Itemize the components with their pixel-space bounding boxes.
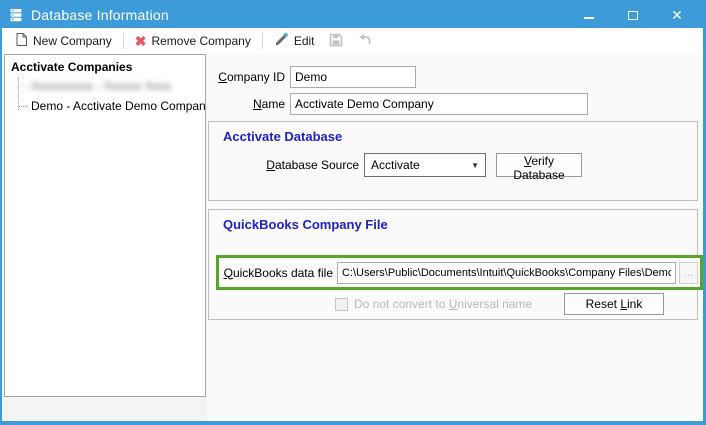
tree-item-redacted[interactable]: Xxxxxxxxxx - Xxxxxx Xxxx bbox=[5, 76, 205, 96]
tree-item-demo[interactable]: Demo - Acctivate Demo Company bbox=[5, 96, 205, 116]
floppy-disk-icon bbox=[329, 33, 343, 50]
company-form: Company ID Name Acctivate Database Datab… bbox=[207, 54, 703, 421]
companies-tree: Acctivate Companies Xxxxxxxxxx - Xxxxxx … bbox=[4, 54, 206, 397]
content-area: Acctivate Companies Xxxxxxxxxx - Xxxxxx … bbox=[2, 54, 703, 421]
toolbar-separator bbox=[261, 33, 263, 49]
quickbooks-group: QuickBooks Company File QuickBooks data … bbox=[208, 209, 703, 320]
company-id-row: Company ID bbox=[209, 66, 703, 88]
toolbar: New Company ✖ Remove Company Edit bbox=[2, 28, 703, 54]
quickbooks-header: QuickBooks Company File bbox=[223, 217, 388, 232]
new-company-button[interactable]: New Company bbox=[8, 30, 119, 52]
maximize-button[interactable] bbox=[615, 3, 651, 27]
quickbooks-data-file-input[interactable] bbox=[337, 261, 676, 284]
universal-name-checkbox[interactable] bbox=[335, 297, 348, 311]
close-icon: ✕ bbox=[671, 7, 683, 23]
remove-company-label: Remove Company bbox=[151, 34, 251, 48]
database-information-window: Database Information ✕ New Company ✖ Rem… bbox=[0, 0, 706, 425]
edit-button[interactable]: Edit bbox=[267, 30, 322, 52]
toolbar-separator bbox=[122, 33, 124, 49]
acctivate-database-header: Acctivate Database bbox=[223, 129, 343, 144]
name-row: Name bbox=[209, 93, 703, 115]
database-source-dropdown[interactable]: Acctivate ▼ bbox=[364, 153, 486, 177]
database-source-row: Database Source Acctivate ▼ Verify Datab… bbox=[209, 153, 697, 182]
remove-company-button[interactable]: ✖ Remove Company bbox=[128, 32, 258, 50]
acctivate-database-group: Acctivate Database Database Source Accti… bbox=[208, 121, 698, 201]
database-source-label: Database Source bbox=[266, 158, 359, 172]
name-label: Name bbox=[252, 97, 285, 111]
close-button[interactable]: ✕ bbox=[659, 3, 695, 27]
database-source-value: Acctivate bbox=[371, 158, 420, 172]
universal-name-checkbox-label: Do not convert to Universal name bbox=[354, 297, 533, 311]
titlebar: Database Information ✕ bbox=[2, 2, 703, 28]
edit-label: Edit bbox=[293, 34, 315, 48]
window-controls: ✕ bbox=[563, 3, 695, 27]
quickbooks-data-file-row-highlighted: QuickBooks data file ... bbox=[216, 255, 703, 290]
database-icon bbox=[10, 8, 23, 23]
window-title: Database Information bbox=[31, 7, 169, 23]
pencil-icon bbox=[274, 32, 289, 50]
red-x-icon: ✖ bbox=[134, 33, 147, 49]
reset-link-button[interactable]: Reset Link bbox=[564, 293, 664, 315]
verify-database-button[interactable]: Verify Database bbox=[496, 153, 582, 182]
minimize-button[interactable] bbox=[571, 3, 607, 27]
maximize-icon bbox=[628, 10, 638, 20]
name-input[interactable] bbox=[290, 93, 588, 115]
tree-header: Acctivate Companies bbox=[11, 60, 133, 74]
new-document-icon bbox=[15, 32, 28, 50]
universal-name-checkbox-row: Do not convert to Universal name bbox=[335, 296, 532, 312]
save-button[interactable] bbox=[322, 31, 350, 52]
browse-button[interactable]: ... bbox=[679, 261, 698, 284]
quickbooks-data-file-label: QuickBooks data file bbox=[223, 265, 333, 280]
minimize-icon bbox=[584, 17, 594, 19]
new-company-label: New Company bbox=[33, 34, 112, 48]
undo-button[interactable] bbox=[350, 31, 379, 51]
chevron-down-icon: ▼ bbox=[471, 160, 479, 170]
undo-arrow-icon bbox=[357, 33, 372, 49]
company-id-label: Company ID bbox=[218, 70, 285, 84]
company-id-input[interactable] bbox=[290, 66, 416, 88]
